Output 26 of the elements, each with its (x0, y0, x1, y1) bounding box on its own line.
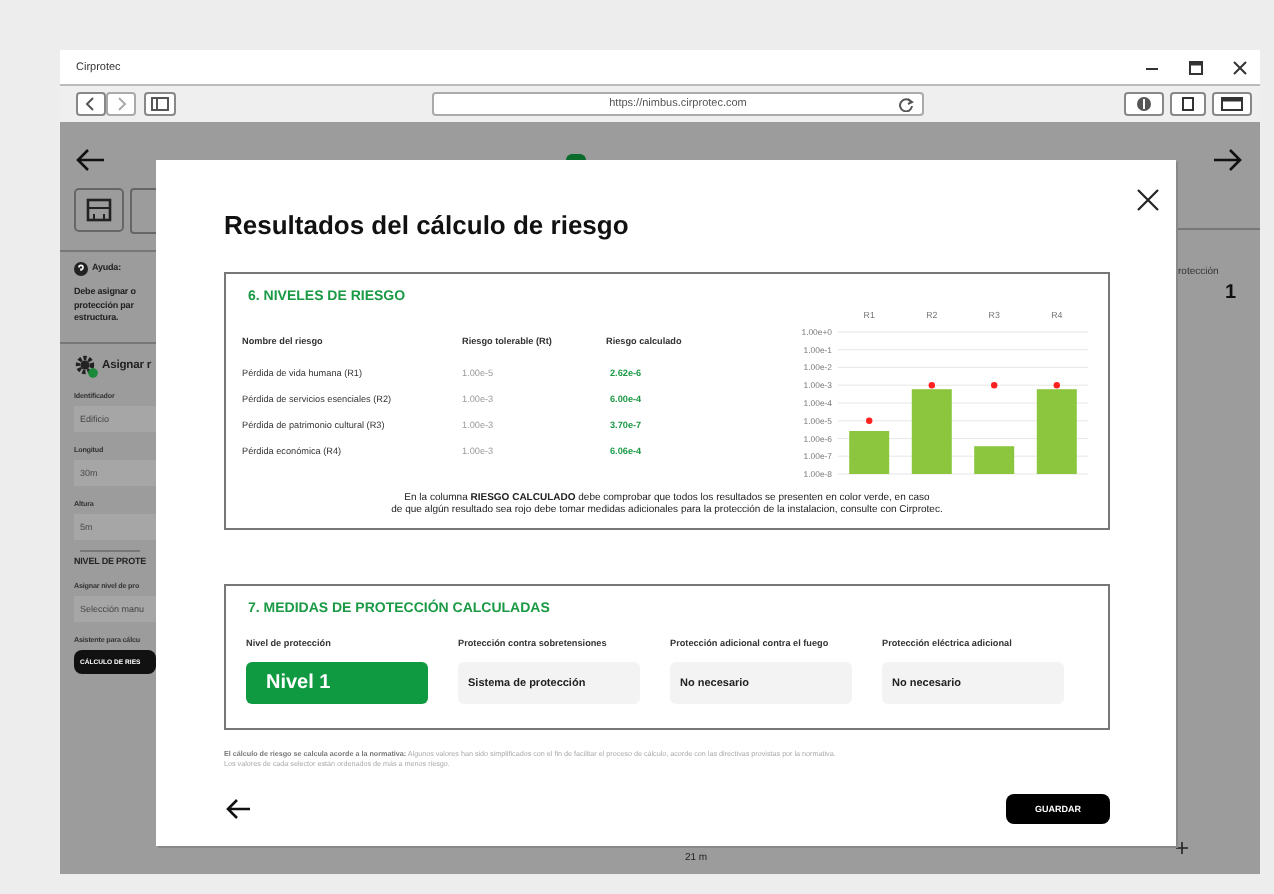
help-icon (74, 262, 88, 276)
bar (1036, 389, 1077, 474)
threshold-point (991, 382, 998, 389)
reload-icon[interactable] (898, 96, 914, 112)
dialog-title: Resultados del cálculo de riesgo (224, 210, 629, 240)
protection-level-value: 1 (1224, 282, 1236, 304)
save-icon[interactable] (74, 188, 124, 232)
bar (911, 389, 952, 474)
level-badge: Nivel 1 (246, 662, 428, 704)
plus-icon (1176, 842, 1188, 854)
close-icon[interactable] (1232, 59, 1248, 75)
back-arrow-icon[interactable] (224, 798, 252, 820)
step-indicator-icon (566, 154, 586, 160)
close-icon[interactable] (1136, 188, 1160, 212)
back-icon[interactable] (76, 92, 106, 116)
maximize-icon[interactable] (1188, 59, 1204, 75)
forward-arrow-icon[interactable] (1212, 148, 1244, 172)
bar (974, 446, 1015, 474)
threshold-point (928, 382, 935, 389)
tabs-icon[interactable] (1212, 92, 1252, 116)
gear-icon (74, 353, 98, 377)
back-arrow-icon[interactable] (74, 148, 106, 172)
bar (849, 431, 890, 474)
threshold-point (866, 417, 873, 424)
threshold-point (1053, 382, 1060, 389)
sidebar-icon[interactable] (144, 92, 176, 116)
